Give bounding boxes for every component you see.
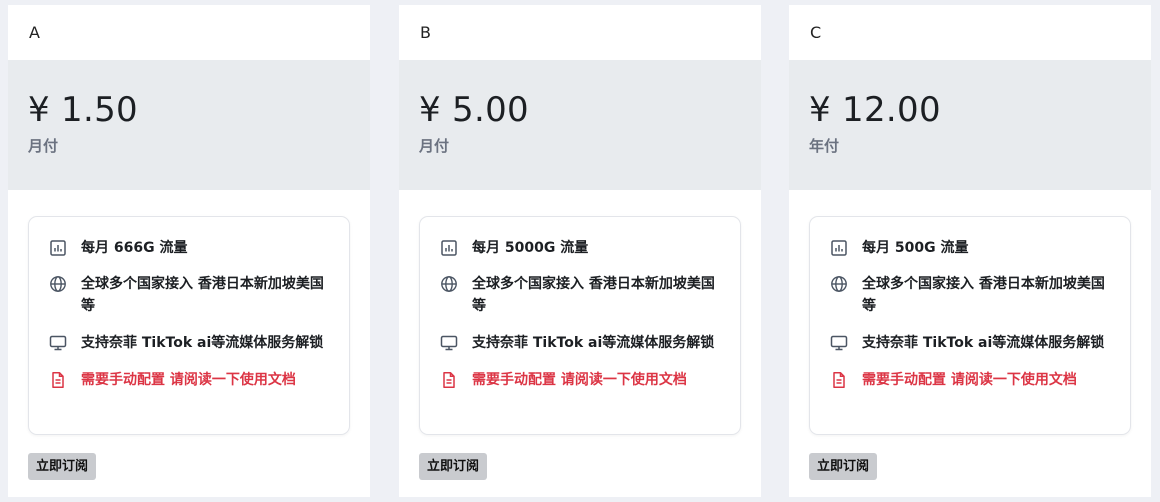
feature-text: 支持奈菲 TikTok ai等流媒体服务解锁 [472, 335, 715, 351]
price-block: ¥ 5.00 月付 [399, 60, 761, 190]
feature-text: 需要手动配置 请阅读一下使用文档 [81, 372, 296, 388]
price-block: ¥ 1.50 月付 [8, 60, 370, 190]
feature-item-streaming: 支持奈菲 TikTok ai等流媒体服务解锁 [49, 332, 329, 354]
feature-list: 每月 666G 流量 全球多个国家接入 香港日本新加坡美国等 支持奈菲 TikT… [28, 216, 350, 435]
feature-text: 全球多个国家接入 香港日本新加坡美国等 [862, 276, 1105, 314]
feature-item-docs-notice: 需要手动配置 请阅读一下使用文档 [830, 369, 1110, 391]
feature-item-traffic: 每月 5000G 流量 [440, 237, 720, 259]
feature-item-regions: 全球多个国家接入 香港日本新加坡美国等 [830, 273, 1110, 317]
monitor-icon [830, 334, 848, 352]
plan-name: C [810, 23, 822, 42]
bar-chart-icon [49, 239, 67, 257]
billing-period: 年付 [809, 137, 840, 155]
plan-card-b: B ¥ 5.00 月付 每月 5000G 流量 全球多个国家接入 香港日本新加坡… [399, 5, 761, 497]
feature-text: 全球多个国家接入 香港日本新加坡美国等 [81, 276, 324, 314]
billing-period: 月付 [28, 137, 59, 155]
bar-chart-icon [440, 239, 458, 257]
feature-text: 每月 500G 流量 [862, 240, 969, 256]
feature-text: 全球多个国家接入 香港日本新加坡美国等 [472, 276, 715, 314]
feature-text: 每月 5000G 流量 [472, 240, 589, 256]
feature-item-regions: 全球多个国家接入 香港日本新加坡美国等 [440, 273, 720, 317]
feature-item-streaming: 支持奈菲 TikTok ai等流媒体服务解锁 [830, 332, 1110, 354]
feature-item-regions: 全球多个国家接入 香港日本新加坡美国等 [49, 273, 329, 317]
feature-item-traffic: 每月 500G 流量 [830, 237, 1110, 259]
subscribe-button[interactable]: 立即订阅 [809, 453, 878, 480]
feature-list: 每月 500G 流量 全球多个国家接入 香港日本新加坡美国等 支持奈菲 TikT… [809, 216, 1131, 435]
feature-item-docs-notice: 需要手动配置 请阅读一下使用文档 [440, 369, 720, 391]
document-icon [830, 371, 848, 389]
billing-period: 月付 [419, 137, 450, 155]
bar-chart-icon [830, 239, 848, 257]
feature-item-traffic: 每月 666G 流量 [49, 237, 329, 259]
plan-card-c: C ¥ 12.00 年付 每月 500G 流量 全球多个国家接入 香港日本新加坡… [789, 5, 1151, 497]
feature-item-docs-notice: 需要手动配置 请阅读一下使用文档 [49, 369, 329, 391]
plan-price: ¥ 1.50 [28, 90, 138, 130]
subscribe-button[interactable]: 立即订阅 [419, 453, 488, 480]
feature-item-streaming: 支持奈菲 TikTok ai等流媒体服务解锁 [440, 332, 720, 354]
feature-text: 需要手动配置 请阅读一下使用文档 [862, 372, 1077, 388]
document-icon [440, 371, 458, 389]
globe-icon [440, 275, 458, 293]
plan-name: B [420, 23, 431, 42]
monitor-icon [49, 334, 67, 352]
feature-text: 支持奈菲 TikTok ai等流媒体服务解锁 [81, 335, 324, 351]
subscribe-button[interactable]: 立即订阅 [28, 453, 97, 480]
globe-icon [830, 275, 848, 293]
monitor-icon [440, 334, 458, 352]
plan-price: ¥ 12.00 [809, 90, 941, 130]
feature-text: 每月 666G 流量 [81, 240, 188, 256]
feature-text: 支持奈菲 TikTok ai等流媒体服务解锁 [862, 335, 1105, 351]
feature-text: 需要手动配置 请阅读一下使用文档 [472, 372, 687, 388]
price-block: ¥ 12.00 年付 [789, 60, 1151, 190]
plan-name: A [29, 23, 40, 42]
plan-card-a: A ¥ 1.50 月付 每月 666G 流量 全球多个国家接入 香港日本新加坡美… [8, 5, 370, 497]
plan-price: ¥ 5.00 [419, 90, 529, 130]
globe-icon [49, 275, 67, 293]
feature-list: 每月 5000G 流量 全球多个国家接入 香港日本新加坡美国等 支持奈菲 Tik… [419, 216, 741, 435]
document-icon [49, 371, 67, 389]
